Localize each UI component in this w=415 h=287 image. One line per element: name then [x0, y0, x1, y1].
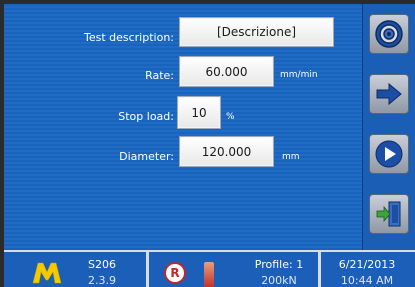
- status-divider: [318, 252, 321, 287]
- profile-label: Profile: 1: [254, 258, 304, 271]
- load-cell-capacity: 200kN: [261, 274, 297, 287]
- exit-button[interactable]: [369, 194, 409, 234]
- rate-unit: mm/min: [280, 70, 318, 80]
- status-bar: S206 2.3.9 R Profile: 1 200kN 6/21/2013 …: [4, 250, 415, 287]
- play-icon: [375, 140, 403, 168]
- rate-field[interactable]: 60.000: [179, 56, 274, 87]
- status-divider: [146, 252, 149, 287]
- stop-load-field[interactable]: 10: [177, 96, 221, 129]
- arrow-right-icon: [376, 82, 402, 106]
- start-test-button[interactable]: [369, 134, 409, 174]
- diameter-label: Diameter:: [119, 150, 174, 163]
- exit-door-icon: [376, 201, 401, 227]
- stop-load-unit: %: [226, 112, 235, 122]
- side-toolbar: [362, 4, 415, 250]
- test-setup-form: Test description: [Descrizione] Rate: 60…: [4, 4, 362, 250]
- remote-badge-letter: R: [170, 266, 180, 280]
- system-name: S206: [88, 258, 116, 271]
- diameter-unit: mm: [282, 152, 300, 162]
- stop-load-label: Stop load:: [118, 110, 174, 123]
- target-settings-icon: [375, 20, 403, 48]
- current-time: 10:44 AM: [340, 274, 394, 287]
- screen: Test description: [Descrizione] Rate: 60…: [4, 4, 415, 287]
- diameter-field[interactable]: 120.000: [179, 136, 274, 167]
- test-description-field[interactable]: [Descrizione]: [179, 17, 334, 47]
- specimen-icon: [204, 262, 214, 287]
- target-settings-button[interactable]: [369, 14, 409, 54]
- brand-logo: [32, 262, 62, 284]
- rate-label: Rate:: [145, 69, 174, 82]
- remote-badge: R: [164, 262, 186, 284]
- next-button[interactable]: [369, 74, 409, 114]
- current-date: 6/21/2013: [338, 258, 396, 271]
- test-description-label: Test description:: [83, 31, 174, 44]
- software-version: 2.3.9: [88, 274, 116, 287]
